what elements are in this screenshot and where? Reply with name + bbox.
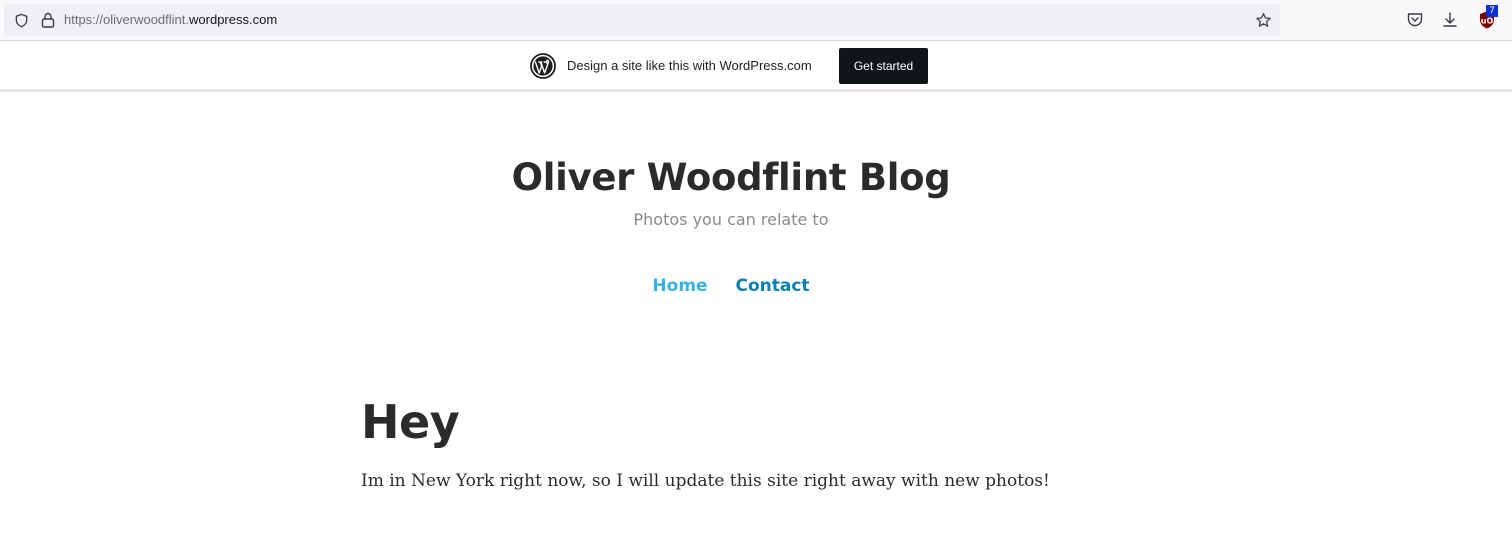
url-text[interactable]: https://oliverwoodflint.wordpress.com xyxy=(64,12,277,28)
wordpress-logo-icon[interactable] xyxy=(530,53,556,79)
pocket-icon[interactable] xyxy=(1406,11,1424,29)
svg-text:uO: uO xyxy=(1481,17,1494,26)
extension-badge: 7 xyxy=(1486,5,1498,17)
url-domain: wordpress.com xyxy=(189,12,278,27)
bookmark-star-icon[interactable] xyxy=(1255,12,1272,29)
post-title: Hey xyxy=(361,395,460,449)
nav-item-home[interactable]: Home xyxy=(652,275,707,297)
download-icon[interactable] xyxy=(1441,11,1459,29)
post-body: Im in New York right now, so I will upda… xyxy=(361,471,1050,491)
main-navigation: Home Contact xyxy=(0,275,1462,297)
lock-icon[interactable] xyxy=(41,12,55,28)
shield-icon[interactable] xyxy=(14,13,29,28)
url-prefix: https://oliverwoodflint. xyxy=(64,12,190,27)
browser-toolbar: https://oliverwoodflint.wordpress.com uO… xyxy=(0,0,1512,41)
nav-item-contact[interactable]: Contact xyxy=(736,275,810,297)
get-started-button[interactable]: Get started xyxy=(839,48,928,84)
site-tagline: Photos you can relate to xyxy=(633,210,829,229)
site-title[interactable]: Oliver Woodflint Blog xyxy=(0,152,1462,204)
promo-text: Design a site like this with WordPress.c… xyxy=(567,58,812,73)
url-bar[interactable]: https://oliverwoodflint.wordpress.com xyxy=(4,4,1280,36)
wordpress-promo-banner: Design a site like this with WordPress.c… xyxy=(0,41,1512,92)
